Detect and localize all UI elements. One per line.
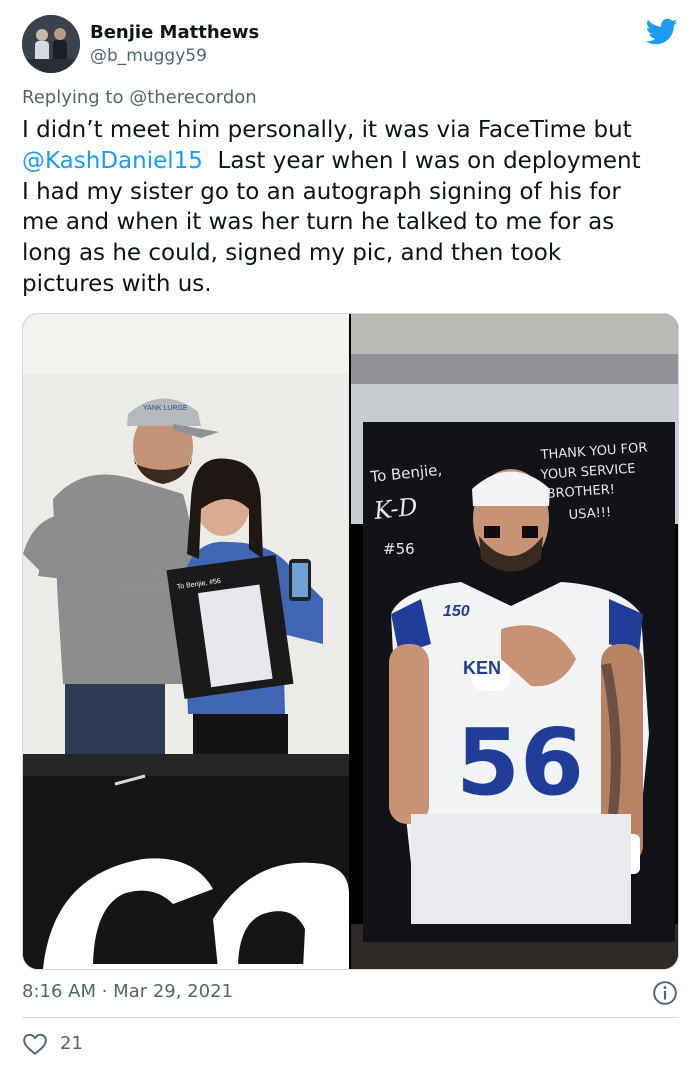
replying-to-mention[interactable]: @therecordon (129, 87, 256, 108)
tweet-text-line: me and when it was her turn he talked to… (22, 209, 615, 236)
tweet-text-fragment: Last year when I was on deployment (202, 147, 641, 174)
signing-event-image: To Benjie, #56 YANK LURGE (23, 314, 349, 969)
jersey-number: 56 (456, 709, 584, 816)
photo-signing-event[interactable]: To Benjie, #56 YANK LURGE (23, 314, 349, 969)
like-count: 21 (60, 1033, 83, 1054)
avatar-photo (22, 15, 80, 73)
divider (22, 1017, 678, 1018)
photo-signed-poster[interactable]: 56 KEN 150 To Benjie, K-D #56 THANK YOU … (351, 314, 678, 969)
tweet-card: Benjie Matthews @b_muggy59 Replying to @… (0, 0, 700, 1072)
tweet-timestamp[interactable]: 8:16 AM · Mar 29, 2021 (22, 981, 233, 1002)
cap-logo-text: YANK LURGE (143, 405, 188, 412)
mention-link[interactable]: @KashDaniel15 (22, 148, 203, 174)
poster-signature: K-D (372, 493, 419, 526)
tweet-text-line: long as he could, signed my pic, and the… (22, 240, 562, 267)
tweet-text-line: pictures with us. (22, 270, 212, 297)
info-icon[interactable] (652, 980, 678, 1006)
tweet-text-line: I didn’t meet him personally, it was via… (22, 117, 632, 143)
poster-message-line: USA!!! (568, 505, 611, 523)
tweet-text: I didn’t meet him personally, it was via… (22, 115, 682, 300)
jersey-patch: 150 (443, 603, 470, 620)
tweet-text-line: I had my sister go to an autograph signi… (22, 178, 621, 205)
poster-number-tag: #56 (383, 540, 415, 558)
avatar[interactable] (22, 15, 80, 73)
replying-to: Replying to @therecordon (22, 87, 257, 108)
tweet-text-line: @KashDaniel15 Last year when I was on de… (22, 146, 682, 177)
twitter-bird-icon[interactable] (646, 18, 678, 46)
jersey-wordmark: KEN (463, 658, 501, 678)
author-display-name[interactable]: Benjie Matthews (90, 22, 259, 43)
signed-poster-image: 56 KEN 150 To Benjie, K-D #56 THANK YOU … (351, 314, 678, 969)
replying-to-label: Replying to (22, 87, 124, 108)
author-handle[interactable]: @b_muggy59 (90, 46, 207, 66)
tweet-media[interactable]: To Benjie, #56 YANK LURGE 56 KEN 150 To … (22, 313, 679, 970)
heart-icon[interactable] (22, 1032, 48, 1056)
